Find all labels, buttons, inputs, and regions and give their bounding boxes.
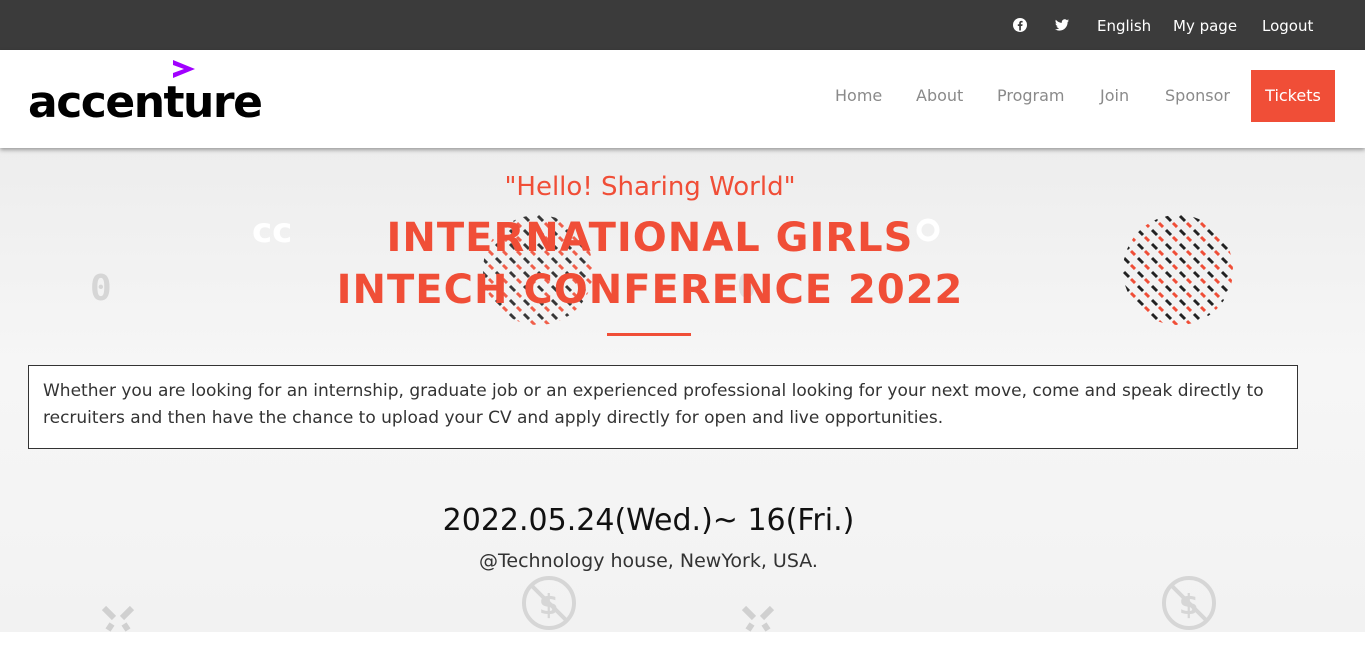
title-divider (607, 333, 691, 336)
top-utility-bar: English My page Logout (0, 0, 1365, 50)
hero-title-line-2: INTECH CONFERENCE 2022 (336, 267, 964, 313)
nav-program[interactable]: Program (997, 70, 1065, 122)
crossed-tools-icon (101, 605, 135, 632)
logo-text: accenture (28, 77, 263, 128)
event-date: 2022.05.24(Wed.)~ 16(Fri.) (442, 503, 855, 538)
nav-join[interactable]: Join (1100, 70, 1129, 122)
tickets-button[interactable]: Tickets (1251, 70, 1335, 122)
twitter-icon[interactable] (1054, 17, 1070, 33)
hero-title: INTERNATIONAL GIRLS INTECH CONFERENCE 20… (0, 212, 1300, 316)
nav-home[interactable]: Home (835, 70, 882, 122)
main-header: accenture Home About Program Join Sponso… (0, 50, 1365, 148)
hero-tagline: "Hello! Sharing World" (504, 172, 796, 202)
page-bottom-strip (0, 632, 1365, 651)
language-selector[interactable]: English (1097, 0, 1151, 50)
no-dollar-icon: $ (1162, 576, 1216, 630)
nav-about[interactable]: About (916, 70, 963, 122)
facebook-icon[interactable] (1012, 17, 1028, 33)
hero-section: 0 cc 0 $ $ (0, 148, 1365, 632)
hero-title-line-1: INTERNATIONAL GIRLS (386, 215, 914, 261)
nav-sponsor[interactable]: Sponsor (1165, 70, 1230, 122)
crossed-tools-icon (741, 605, 775, 632)
logout-link[interactable]: Logout (1262, 0, 1313, 50)
description-box: Whether you are looking for an internshi… (28, 365, 1298, 449)
my-page-link[interactable]: My page (1173, 0, 1237, 50)
event-venue: @Technology house, NewYork, USA. (479, 550, 818, 572)
no-dollar-icon: $ (522, 576, 576, 630)
